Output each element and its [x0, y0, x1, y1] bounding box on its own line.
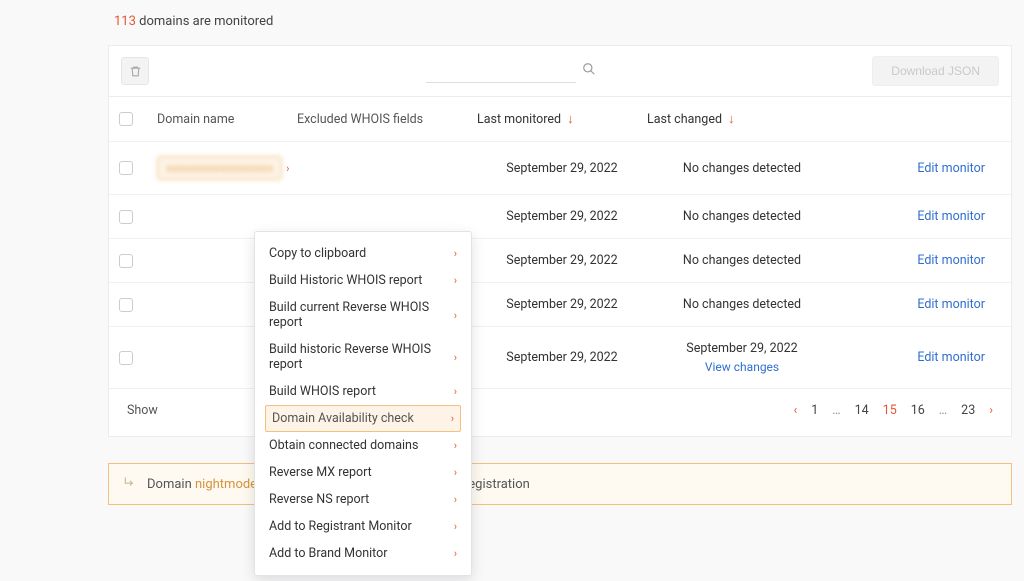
- popover-item-label: Add to Registrant Monitor: [269, 519, 412, 534]
- show-per-page[interactable]: Show: [127, 403, 158, 418]
- row-checkbox[interactable]: [119, 161, 133, 175]
- edit-monitor-link[interactable]: Edit monitor: [837, 209, 1001, 224]
- popover-item[interactable]: Build WHOIS report ›: [255, 378, 471, 405]
- chevron-right-icon: ›: [454, 520, 457, 533]
- last-monitored-cell: September 29, 2022: [477, 253, 647, 268]
- chevron-right-icon: ›: [451, 412, 454, 425]
- popover-item[interactable]: Add to Registrant Monitor ›: [255, 513, 471, 540]
- chevron-right-icon: ›: [454, 385, 457, 398]
- row-checkbox[interactable]: [119, 351, 133, 365]
- table-row: xxxxxxxxxxxxxxxxxx › September 29, 2022No …: [109, 142, 1011, 195]
- popover-item[interactable]: Build current Reverse WHOIS report›: [255, 294, 471, 336]
- domain-cell[interactable]: xxxxxxxxxxxxxxxxxx ›: [157, 156, 297, 180]
- search-area: [149, 60, 872, 83]
- last-monitored-cell: September 29, 2022: [477, 297, 647, 312]
- chevron-right-icon: ›: [454, 309, 457, 322]
- page-ellipsis: …: [832, 403, 840, 418]
- last-changed-cell: No changes detected: [647, 161, 837, 176]
- col-excluded[interactable]: Excluded WHOIS fields: [297, 112, 477, 127]
- popover-item[interactable]: Obtain connected domains ›: [255, 432, 471, 459]
- popover-item[interactable]: Domain Availability check ›: [265, 405, 461, 432]
- availability-toast: Domain nightmodeforyoutubext.com is unav…: [108, 463, 1012, 505]
- popover-item-label: Build current Reverse WHOIS report: [269, 300, 454, 330]
- table-row: September 29, 2022September 29, 2022View…: [109, 327, 1011, 389]
- row-checkbox[interactable]: [119, 298, 133, 312]
- popover-item-label: Build Historic WHOIS report: [269, 273, 422, 288]
- row-checkbox[interactable]: [119, 254, 133, 268]
- domains-card: Download JSON Domain name Excluded WHOIS…: [108, 45, 1012, 437]
- popover-item-label: Obtain connected domains: [269, 438, 418, 453]
- edit-monitor-link[interactable]: Edit monitor: [837, 161, 1001, 176]
- chevron-right-icon: ›: [454, 466, 457, 479]
- last-changed-cell: No changes detected: [647, 297, 837, 312]
- edit-monitor-link[interactable]: Edit monitor: [837, 350, 1001, 365]
- blurred-domain-chip[interactable]: xxxxxxxxxxxxxxxxxx: [157, 156, 282, 180]
- edit-monitor-link[interactable]: Edit monitor: [837, 297, 1001, 312]
- popover-item[interactable]: Reverse NS report ›: [255, 486, 471, 513]
- search-input[interactable]: [426, 60, 576, 83]
- monitored-number: 113: [114, 14, 136, 29]
- chevron-right-icon: ›: [454, 247, 457, 260]
- trash-icon: [129, 65, 142, 78]
- page-prev[interactable]: ‹: [793, 403, 797, 418]
- popover-item[interactable]: Add to Brand Monitor ›: [255, 540, 471, 567]
- popover-item[interactable]: Build Historic WHOIS report ›: [255, 267, 471, 294]
- chevron-right-icon: ›: [454, 274, 457, 287]
- popover-item-label: Domain Availability check: [272, 411, 414, 426]
- toolbar: Download JSON: [109, 46, 1011, 97]
- last-changed-cell: No changes detected: [647, 209, 837, 224]
- view-changes-link[interactable]: View changes: [647, 360, 837, 374]
- col-last-changed[interactable]: Last changed↓: [647, 111, 837, 127]
- page-number[interactable]: 15: [883, 403, 897, 418]
- page-number[interactable]: 23: [961, 403, 975, 418]
- pagination: ‹ 1 … 14 15 16 … 23 ›: [793, 403, 993, 418]
- table-row: September 29, 2022No changes detectedEdi…: [109, 239, 1011, 283]
- chevron-right-icon: ›: [286, 162, 289, 175]
- popover-item[interactable]: Build historic Reverse WHOIS report›: [255, 336, 471, 378]
- domain-actions-popover: Copy to clipboard›Build Historic WHOIS r…: [254, 231, 472, 576]
- chevron-right-icon: ›: [454, 351, 457, 364]
- table-row: September 29, 2022No changes detectedEdi…: [109, 283, 1011, 327]
- popover-item-label: Reverse NS report: [269, 492, 369, 507]
- page-ellipsis: …: [939, 403, 947, 418]
- toast-arrow-icon: [123, 475, 137, 493]
- popover-item-label: Build WHOIS report: [269, 384, 376, 399]
- last-changed-cell: No changes detected: [647, 253, 837, 268]
- last-monitored-cell: September 29, 2022: [477, 161, 647, 176]
- search-icon[interactable]: [582, 62, 596, 80]
- table-row: September 29, 2022No changes detectedEdi…: [109, 195, 1011, 239]
- page-number[interactable]: 14: [855, 403, 869, 418]
- delete-button[interactable]: [121, 57, 149, 85]
- monitored-count: 113 domains are monitored: [6, 0, 1018, 45]
- row-checkbox[interactable]: [119, 210, 133, 224]
- chevron-right-icon: ›: [454, 439, 457, 452]
- popover-item-label: Copy to clipboard: [269, 246, 366, 261]
- page-number[interactable]: 16: [911, 403, 925, 418]
- sort-arrow-icon: ↓: [728, 111, 735, 127]
- download-json-button[interactable]: Download JSON: [872, 56, 999, 86]
- chevron-right-icon: ›: [454, 547, 457, 560]
- popover-item-label: Add to Brand Monitor: [269, 546, 388, 561]
- col-domain[interactable]: Domain name: [157, 112, 297, 127]
- popover-item[interactable]: Copy to clipboard ›: [255, 240, 471, 267]
- popover-item-label: Build historic Reverse WHOIS report: [269, 342, 454, 372]
- edit-monitor-link[interactable]: Edit monitor: [837, 253, 1001, 268]
- last-changed-cell: September 29, 2022View changes: [647, 341, 837, 374]
- page: 113 domains are monitored Download JSON …: [0, 0, 1024, 505]
- page-number[interactable]: 1: [811, 403, 818, 418]
- last-monitored-cell: September 29, 2022: [477, 350, 647, 365]
- popover-item-label: Reverse MX report: [269, 465, 372, 480]
- table-header-row: Domain name Excluded WHOIS fields Last m…: [109, 97, 1011, 142]
- sort-arrow-icon: ↓: [567, 111, 574, 127]
- select-all-checkbox[interactable]: [119, 112, 133, 126]
- table-footer: Show ‹ 1 … 14 15 16 … 23 ›: [109, 389, 1011, 436]
- col-last-monitored[interactable]: Last monitored↓: [477, 111, 647, 127]
- chevron-right-icon: ›: [454, 493, 457, 506]
- monitored-text: domains are monitored: [136, 14, 273, 29]
- page-next[interactable]: ›: [989, 403, 993, 418]
- last-monitored-cell: September 29, 2022: [477, 209, 647, 224]
- popover-item[interactable]: Reverse MX report ›: [255, 459, 471, 486]
